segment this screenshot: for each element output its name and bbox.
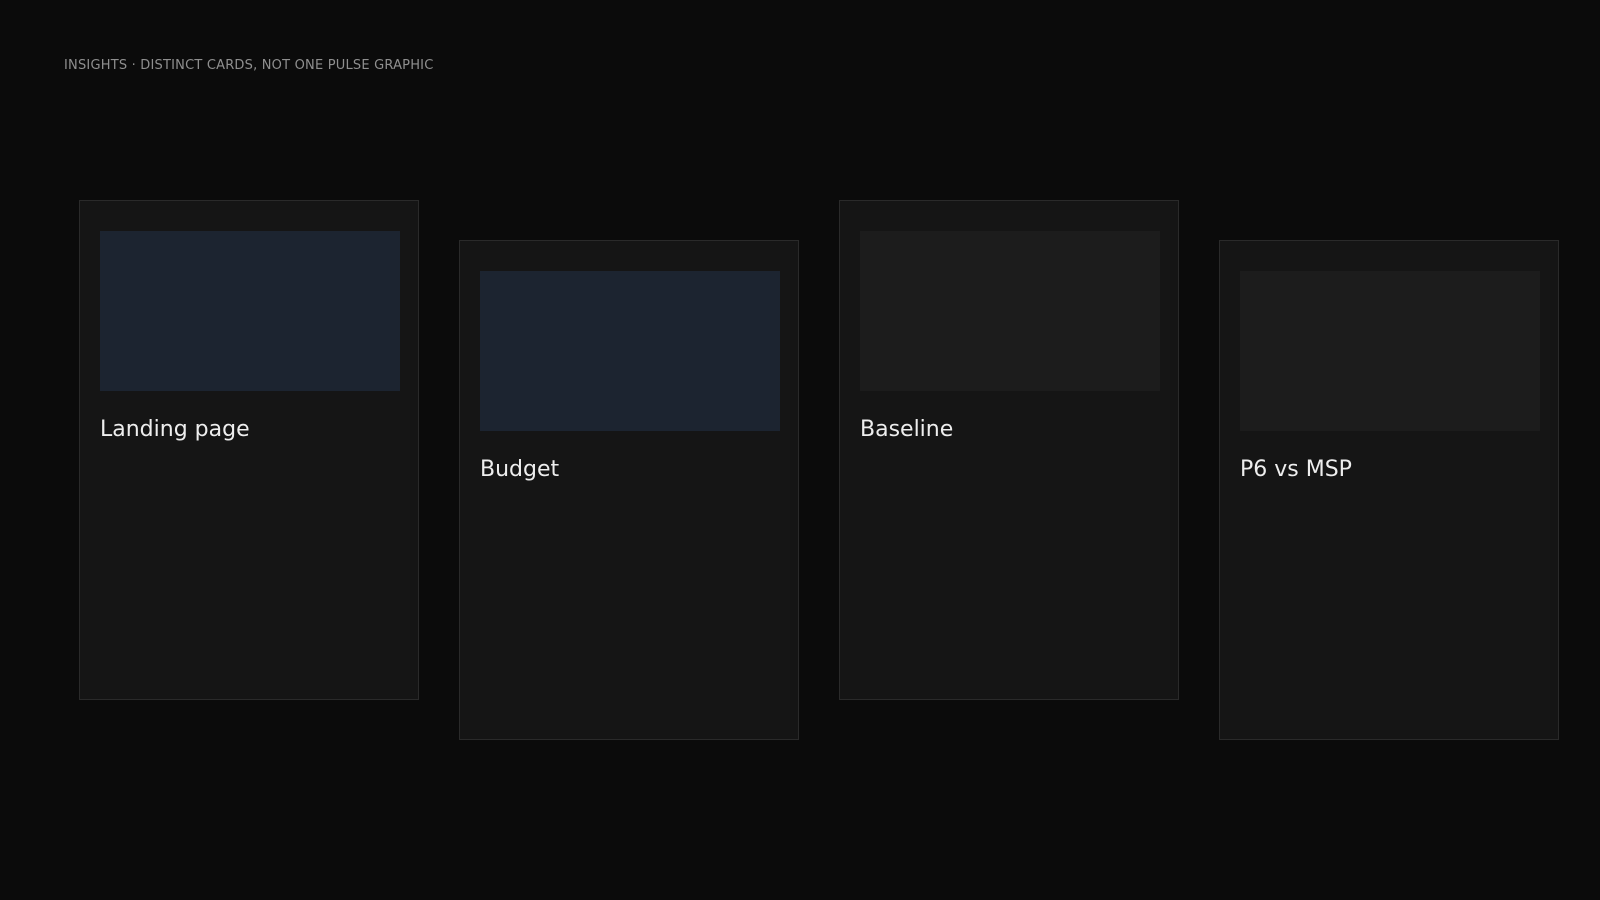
insight-card-landing-page[interactable]: Landing page xyxy=(79,200,419,700)
card-thumbnail xyxy=(100,231,400,391)
card-thumbnail xyxy=(480,271,780,431)
card-title: Landing page xyxy=(100,417,250,442)
insight-card-budget[interactable]: Budget xyxy=(459,240,799,740)
card-title: P6 vs MSP xyxy=(1240,457,1352,482)
card-thumbnail xyxy=(860,231,1160,391)
insight-card-p6-vs-msp[interactable]: P6 vs MSP xyxy=(1219,240,1559,740)
card-title: Budget xyxy=(480,457,560,482)
card-thumbnail xyxy=(1240,271,1540,431)
insight-card-baseline[interactable]: Baseline xyxy=(839,200,1179,700)
card-title: Baseline xyxy=(860,417,954,442)
section-eyebrow: INSIGHTS · DISTINCT CARDS, NOT ONE PULSE… xyxy=(64,58,434,73)
